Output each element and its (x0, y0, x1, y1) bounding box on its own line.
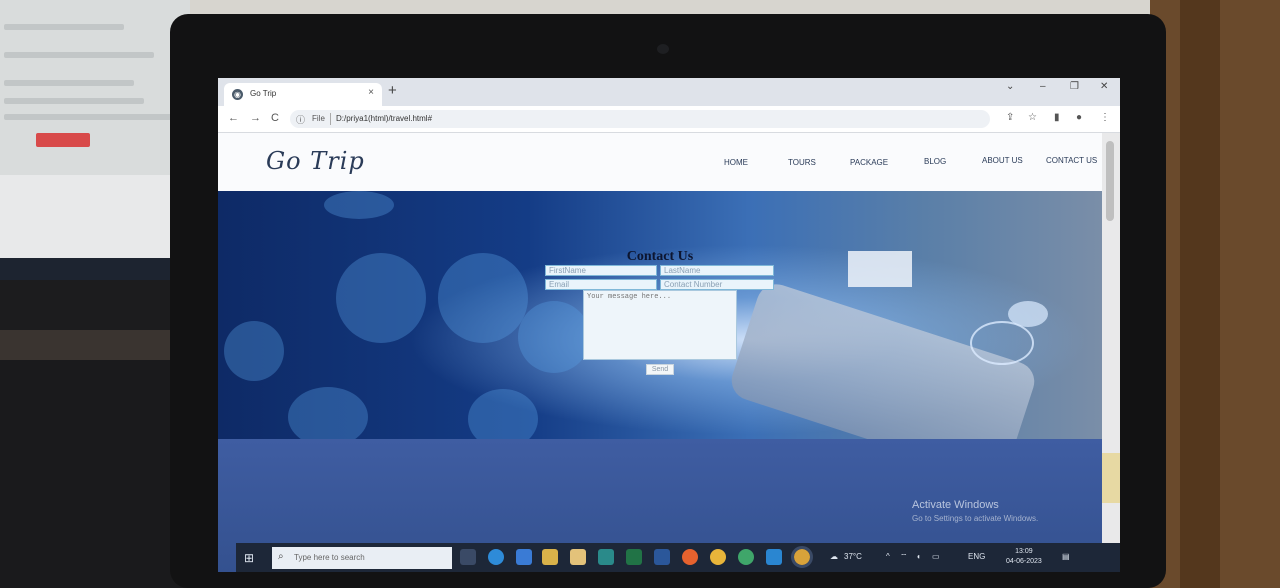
tab-search-icon[interactable]: ⌄ (1006, 81, 1014, 92)
background-monitor (0, 0, 190, 330)
url-text[interactable]: D:/priya1(html)/travel.html# (336, 114, 432, 123)
page-scrollbar[interactable] (1102, 133, 1120, 572)
site-header: Go Trip HOME TOURS PACKAGE BLOG ABOUT US… (218, 133, 1102, 191)
taskbar-clock[interactable]: 13:09 04-06-2023 (1006, 547, 1042, 567)
contact-number-field[interactable] (660, 279, 774, 290)
contact-title: Contact Us (626, 249, 694, 264)
background-row (4, 80, 134, 86)
bokeh-circle (224, 321, 284, 381)
tray-overflow-icon[interactable]: ^ (886, 552, 890, 561)
close-window-button[interactable]: ✕ (1100, 81, 1108, 92)
message-field[interactable] (583, 290, 737, 360)
chrome-icon[interactable] (710, 549, 726, 565)
clock-time: 13:09 (1015, 548, 1033, 555)
last-name-field[interactable] (660, 265, 774, 276)
new-tab-button[interactable]: + (388, 82, 397, 99)
first-name-field[interactable] (545, 265, 657, 276)
browser-menu-icon[interactable]: ⋮ (1100, 112, 1110, 123)
windows-start-icon[interactable]: ⊞ (244, 551, 254, 565)
web-page: Go Trip HOME TOURS PACKAGE BLOG ABOUT US… (218, 133, 1102, 572)
bokeh-circle (438, 253, 528, 343)
background-red-button (36, 133, 90, 147)
share-icon[interactable]: ⇪ (1006, 112, 1014, 123)
bokeh-circle (518, 301, 590, 373)
address-divider (330, 113, 331, 125)
clock-date: 04-06-2023 (1006, 558, 1042, 565)
background-row (4, 24, 124, 30)
nav-blog[interactable]: BLOG (924, 157, 946, 166)
edge-icon[interactable] (488, 549, 504, 565)
laptop-screen: ◉ Go Trip × + ⌄ – ❐ ✕ ← → C ⓘ File D:/pr… (218, 78, 1120, 572)
background-row (4, 98, 144, 104)
background-curtain (1150, 0, 1280, 588)
activate-windows-subtitle: Go to Settings to activate Windows. (912, 514, 1039, 523)
language-indicator[interactable]: ENG (968, 552, 985, 561)
search-placeholder: Type here to search (294, 553, 365, 562)
taskbar-search-box[interactable]: ⌕ Type here to search (272, 547, 452, 569)
site-info-icon[interactable]: ⓘ (296, 113, 305, 126)
address-bar[interactable]: ⓘ File D:/priya1(html)/travel.html# (290, 110, 990, 128)
bokeh-circle (288, 387, 368, 447)
activate-windows-title: Activate Windows (912, 499, 999, 511)
reload-button[interactable]: C (271, 112, 279, 124)
notification-icon[interactable]: ▤ (1062, 552, 1070, 561)
nav-tours[interactable]: TOURS (788, 158, 816, 167)
background-row (4, 52, 154, 58)
task-view-icon[interactable] (460, 549, 476, 565)
bokeh-circle (336, 253, 426, 343)
nav-package[interactable]: PACKAGE (850, 158, 888, 167)
bookmark-star-icon[interactable]: ☆ (1028, 112, 1037, 123)
battery-icon[interactable]: ▭ (932, 552, 940, 561)
browser-toolbar: ← → C ⓘ File D:/priya1(html)/travel.html… (218, 106, 1120, 133)
site-logo[interactable]: Go Trip (266, 147, 365, 175)
email-field[interactable] (545, 279, 657, 290)
search-icon: ⌕ (278, 551, 284, 562)
browser-tab[interactable]: ◉ Go Trip × (224, 83, 382, 106)
windows-taskbar: ⊞ ⌕ Type here to search ☁ 37°C ^ ⌔ ◖ ▭ E… (236, 543, 1120, 572)
background-monitor-bezel (0, 280, 190, 330)
minimize-button[interactable]: – (1040, 81, 1046, 92)
chrome-active-icon[interactable] (791, 546, 813, 568)
send-button[interactable]: Send (646, 364, 674, 375)
bokeh-circle (324, 191, 394, 219)
background-row (4, 114, 174, 120)
mail-icon (848, 251, 912, 287)
nav-contact-us[interactable]: CONTACT US (1046, 156, 1097, 165)
word-icon[interactable] (654, 549, 670, 565)
chrome-profile-icon[interactable] (738, 549, 754, 565)
browser-tabbar: ◉ Go Trip × + ⌄ – ❐ ✕ (218, 78, 1120, 106)
file-explorer-icon[interactable] (542, 549, 558, 565)
file-scheme-label: File (312, 114, 325, 123)
profile-icon[interactable]: ● (1076, 112, 1082, 123)
forward-button[interactable]: → (250, 112, 261, 124)
chat-bubble-icon (1008, 301, 1048, 327)
excel-icon[interactable] (626, 549, 642, 565)
chat-bubble-icon (970, 321, 1034, 365)
weather-temperature[interactable]: 37°C (844, 552, 862, 561)
weather-icon[interactable]: ☁ (830, 552, 838, 561)
calculator-icon[interactable] (570, 549, 586, 565)
tab-close-icon[interactable]: × (368, 87, 374, 98)
store-icon[interactable] (516, 549, 532, 565)
tab-title: Go Trip (250, 89, 277, 98)
volume-icon[interactable]: ◖ (916, 552, 921, 561)
network-icon[interactable]: ⌔ (900, 552, 908, 562)
side-panel-icon[interactable]: ▮ (1054, 112, 1060, 123)
mail-app-icon[interactable] (598, 549, 614, 565)
scrollbar-highlight (1102, 453, 1120, 503)
vscode-icon[interactable] (766, 549, 782, 565)
firefox-icon[interactable] (682, 549, 698, 565)
background-taskbar (0, 258, 190, 280)
back-button[interactable]: ← (228, 112, 239, 124)
restore-button[interactable]: ❐ (1070, 81, 1079, 92)
globe-icon: ◉ (232, 89, 243, 100)
nav-home[interactable]: HOME (724, 158, 748, 167)
nav-about-us[interactable]: ABOUT US (982, 156, 1023, 165)
camera-icon (657, 44, 669, 54)
scrollbar-thumb[interactable] (1106, 141, 1114, 221)
